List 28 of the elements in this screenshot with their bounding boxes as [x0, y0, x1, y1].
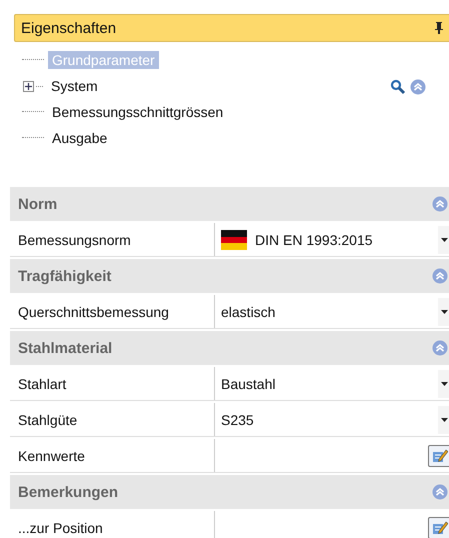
section-header[interactable]: Tragfähigkeit	[10, 259, 449, 293]
panel-title: Eigenschaften	[21, 20, 118, 36]
section-title: Bemerkungen	[18, 484, 120, 500]
property-label: Bemessungsnorm	[10, 223, 215, 256]
tree-item[interactable]: Ausgabe	[48, 129, 112, 147]
section-title: Stahlmaterial	[18, 340, 114, 356]
property-value[interactable]: Baustahl	[221, 376, 438, 392]
flag-icon	[221, 230, 247, 250]
section-header[interactable]: Norm	[10, 187, 449, 221]
property-value[interactable]: S235	[221, 412, 438, 428]
property-value[interactable]: DIN EN 1993:2015	[255, 232, 438, 248]
tree-item[interactable]: System	[47, 77, 102, 95]
property-value[interactable]: elastisch	[221, 304, 438, 320]
property-label: ...zur Position	[10, 511, 215, 538]
pin-icon[interactable]	[435, 22, 443, 34]
edit-button[interactable]	[428, 516, 449, 538]
tree-item[interactable]: Bemessungsschnittgrössen	[48, 103, 228, 121]
edit-button[interactable]	[428, 444, 449, 466]
section-header[interactable]: Bemerkungen	[10, 475, 449, 509]
section-header[interactable]: Stahlmaterial	[10, 331, 449, 365]
search-icon[interactable]	[390, 79, 406, 95]
property-label: Stahlgüte	[10, 403, 215, 436]
section-title: Norm	[18, 196, 58, 212]
section-title: Tragfähigkeit	[18, 268, 112, 284]
property-label: Querschnittsbemessung	[10, 295, 215, 328]
expand-toggle[interactable]	[23, 80, 34, 92]
property-label: Stahlart	[10, 367, 215, 400]
property-label: Kennwerte	[10, 439, 215, 472]
